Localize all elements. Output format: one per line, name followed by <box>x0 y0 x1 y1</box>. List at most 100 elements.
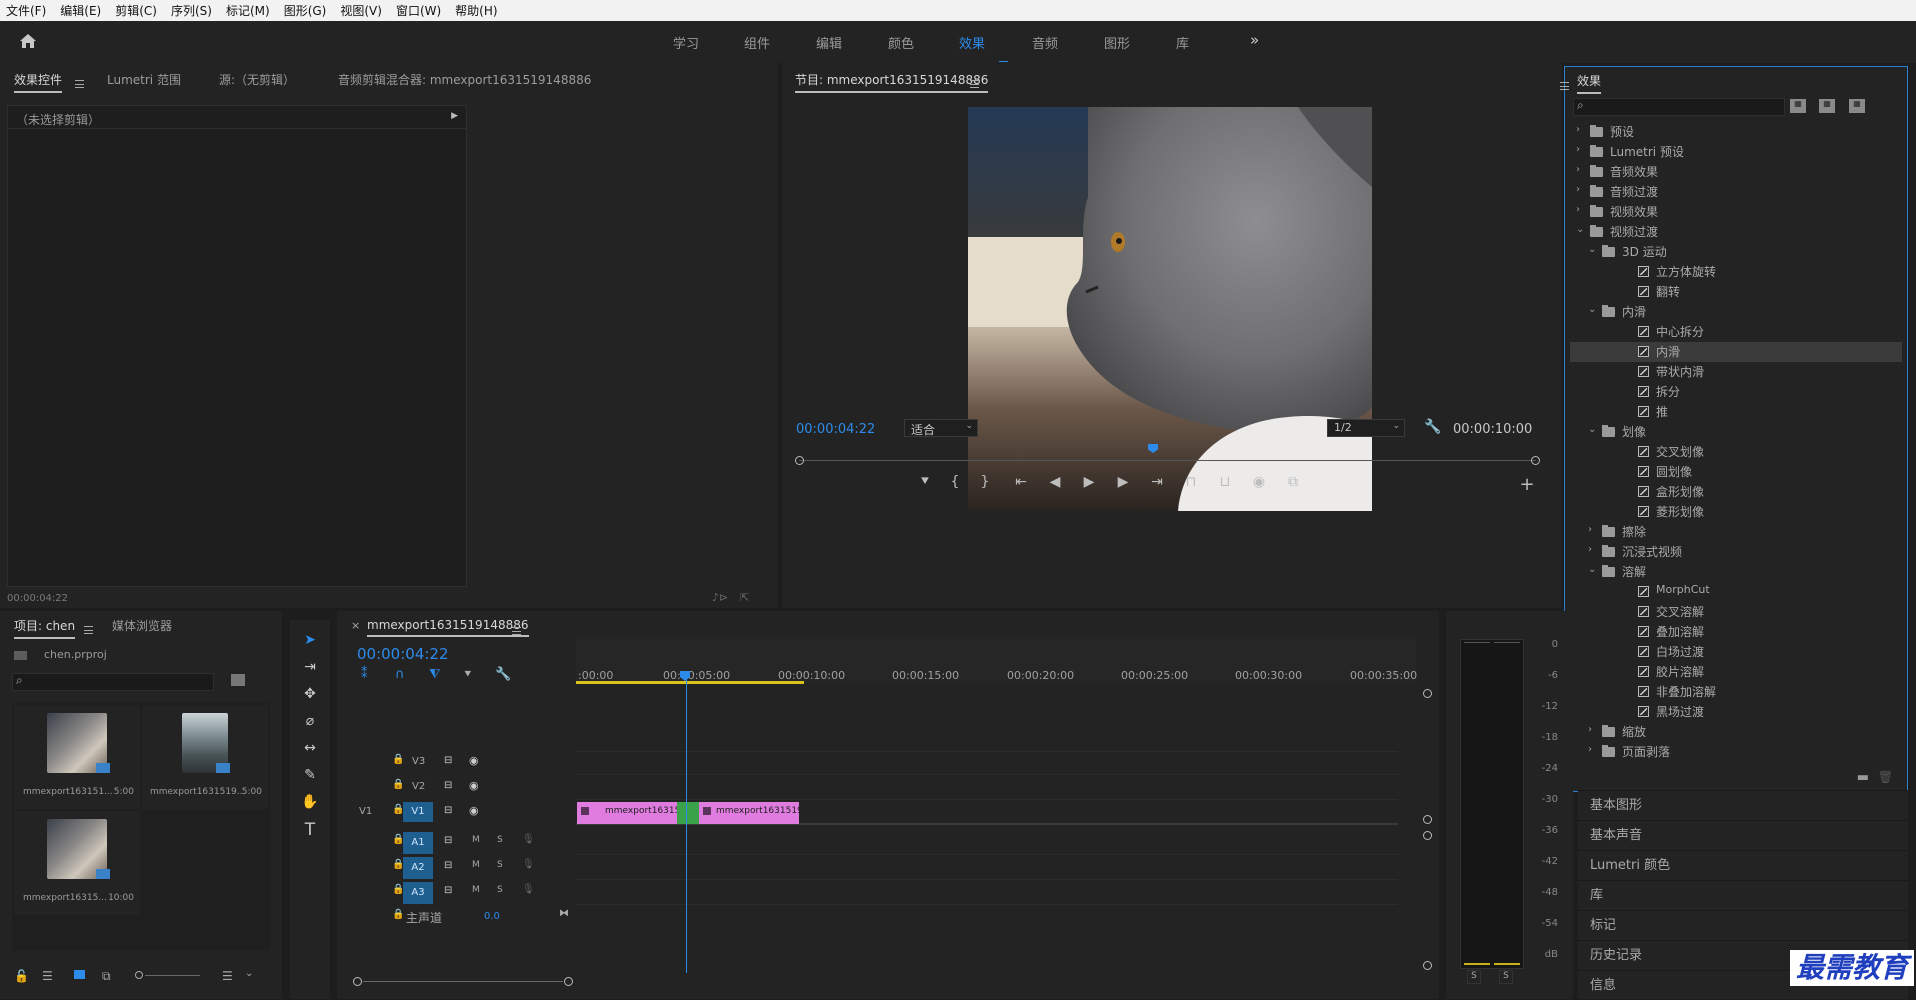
effect-item[interactable]: 推 <box>1570 402 1902 422</box>
workspace-tab-assembly[interactable]: 组件 <box>744 33 770 52</box>
timeline-timecode[interactable]: 00:00:04:22 <box>357 645 449 663</box>
effect-item[interactable]: 交叉溶解 <box>1570 602 1902 622</box>
effect-item[interactable]: 带状内滑 <box>1570 362 1902 382</box>
tab-media-browser[interactable]: 媒体浏览器 <box>112 617 172 634</box>
track-label[interactable]: V3 <box>412 756 425 767</box>
effects-search-input[interactable]: ⌕ <box>1573 98 1785 116</box>
track-a3[interactable] <box>576 881 1398 905</box>
track-label[interactable]: V1 <box>403 802 433 822</box>
panel-essential-sound[interactable]: 基本声音 <box>1578 820 1908 850</box>
play-icon[interactable]: ▶ <box>1080 474 1098 490</box>
effect-folder[interactable]: › 预设 <box>1570 122 1902 142</box>
program-scrubber[interactable] <box>795 444 1540 468</box>
effect-item[interactable]: 立方体旋转 <box>1570 262 1902 282</box>
h-scrollbar[interactable] <box>353 977 573 987</box>
effect-item[interactable]: 胶片溶解 <box>1570 662 1902 682</box>
workspace-tab-audio[interactable]: 音频 <box>1032 33 1058 52</box>
selection-tool-icon[interactable]: ➤ <box>299 632 321 648</box>
project-item[interactable]: mmexport163151... 5:00 <box>14 705 140 809</box>
effect-item[interactable]: 中心拆分 <box>1570 322 1902 342</box>
eye-icon[interactable]: ◉ <box>469 754 479 767</box>
effect-folder[interactable]: › 沉浸式视频 <box>1570 542 1902 562</box>
sync-lock-icon[interactable]: ⊟ <box>444 780 452 791</box>
v-scroll-handle[interactable] <box>1423 689 1432 698</box>
effect-folder[interactable]: › 视频效果 <box>1570 202 1902 222</box>
menu-marker[interactable]: 标记(M) <box>226 2 270 19</box>
chevron-right-icon[interactable]: › <box>1576 184 1580 195</box>
eye-icon[interactable]: ◉ <box>469 804 479 817</box>
new-bin-icon[interactable] <box>231 674 245 686</box>
nest-icon[interactable]: ⁑ <box>361 667 368 682</box>
effect-item[interactable]: MorphCut <box>1570 582 1902 602</box>
effect-folder[interactable]: ⌄ 内滑 <box>1570 302 1902 322</box>
solo-button[interactable]: S <box>497 860 503 870</box>
tab-effect-controls[interactable]: 效果控件 <box>14 71 63 93</box>
sync-lock-icon[interactable]: ⊟ <box>444 805 452 816</box>
timeline-sequence-tab[interactable]: mmexport1631519148886 <box>367 618 529 637</box>
track-a2[interactable] <box>576 856 1398 880</box>
effect-item[interactable]: 叠加溶解 <box>1570 622 1902 642</box>
icon-view-icon[interactable] <box>74 970 85 979</box>
wrench-icon[interactable]: 🔧 <box>1424 419 1441 435</box>
time-ruler[interactable]: :00:00 00:00:05:00 00:00:10:00 00:00:15:… <box>576 637 1417 683</box>
lock-icon[interactable]: 🔒 <box>392 779 404 790</box>
menu-clip[interactable]: 剪辑(C) <box>115 2 157 19</box>
type-tool-icon[interactable]: T <box>299 820 321 840</box>
new-folder-icon[interactable]: ▬ <box>1857 770 1869 785</box>
project-item[interactable]: mmexport1631519... 5:00 <box>142 705 268 809</box>
chevron-down-icon[interactable]: ⌄ <box>1588 304 1596 315</box>
tab-source[interactable]: 源:（无剪辑） <box>219 71 295 88</box>
ripple-edit-tool-icon[interactable]: ✥ <box>299 686 321 702</box>
effect-item[interactable]: 交叉划像 <box>1570 442 1902 462</box>
program-menu-icon[interactable] <box>970 79 979 88</box>
compare-view-icon[interactable]: ⧉ <box>1284 474 1302 490</box>
program-playhead[interactable] <box>1148 444 1158 453</box>
workspace-tab-editing[interactable]: 编辑 <box>816 33 842 52</box>
clip[interactable]: mmexport16315191 <box>699 802 799 824</box>
effect-item[interactable]: 黑场过渡 <box>1570 702 1902 722</box>
menu-graphics[interactable]: 图形(G) <box>284 2 327 19</box>
expand-arrow-icon[interactable]: ▶ <box>451 111 458 121</box>
track-v2[interactable] <box>576 776 1398 800</box>
lock-icon[interactable]: 🔓 <box>14 969 29 983</box>
effect-folder[interactable]: › 页面剥落 <box>1570 742 1902 762</box>
go-to-edit-icon[interactable]: ⧓ <box>559 908 569 919</box>
track-v3[interactable] <box>576 751 1398 775</box>
master-volume[interactable]: 0.0 <box>484 911 500 922</box>
lock-icon[interactable]: 🔒 <box>392 909 404 920</box>
tab-audio-clip-mixer[interactable]: 音频剪辑混合器: mmexport1631519148886 <box>338 71 591 88</box>
effect-item[interactable]: 内滑 <box>1570 342 1902 362</box>
effect-folder[interactable]: › Lumetri 预设 <box>1570 142 1902 162</box>
zoom-slider-handle[interactable] <box>135 971 143 979</box>
panel-lumetri-color[interactable]: Lumetri 颜色 <box>1578 850 1908 880</box>
v-scroll-handle[interactable] <box>1423 831 1432 840</box>
chevron-down-icon[interactable]: ⌄ <box>1588 244 1596 255</box>
timeline-playhead-line[interactable] <box>686 673 687 973</box>
freeform-view-icon[interactable]: ⧉ <box>102 969 111 984</box>
sync-lock-icon[interactable]: ⊟ <box>444 835 452 846</box>
go-to-out-icon[interactable]: ⇥ <box>1148 474 1166 490</box>
workspace-tab-color[interactable]: 颜色 <box>888 33 914 52</box>
mic-icon[interactable]: 🎙 <box>522 834 535 845</box>
panel-libraries[interactable]: 库 <box>1578 880 1908 910</box>
menu-view[interactable]: 视图(V) <box>340 2 382 19</box>
go-to-in-icon[interactable]: ⇤ <box>1012 474 1030 490</box>
panel-essential-graphics[interactable]: 基本图形 <box>1578 790 1908 820</box>
tab-project[interactable]: 项目: chen <box>14 617 76 639</box>
32bit-effects-icon[interactable]: ▦ <box>1819 99 1835 113</box>
solo-button[interactable]: S <box>497 885 503 895</box>
menu-file[interactable]: 文件(F) <box>6 2 46 19</box>
chevron-right-icon[interactable]: › <box>1588 744 1592 755</box>
effect-folder[interactable]: ⌄ 3D 运动 <box>1570 242 1902 262</box>
mark-out-icon[interactable]: } <box>976 474 994 490</box>
project-item[interactable]: mmexport16315... 10:00 <box>14 811 140 915</box>
chevron-down-icon[interactable]: ⌄ <box>1588 424 1596 435</box>
effect-folder[interactable]: ⌄ 溶解 <box>1570 562 1902 582</box>
close-tab-icon[interactable]: × <box>351 619 360 632</box>
solo-left-button[interactable]: S <box>1467 970 1481 984</box>
clip[interactable]: mmexport16315191 <box>577 802 678 824</box>
workspace-tab-graphics[interactable]: 图形 <box>1104 33 1130 52</box>
add-marker-icon[interactable]: ⯆ <box>916 474 934 490</box>
v-scroll-handle[interactable] <box>1423 961 1432 970</box>
v-scroll-handle[interactable] <box>1423 815 1432 824</box>
